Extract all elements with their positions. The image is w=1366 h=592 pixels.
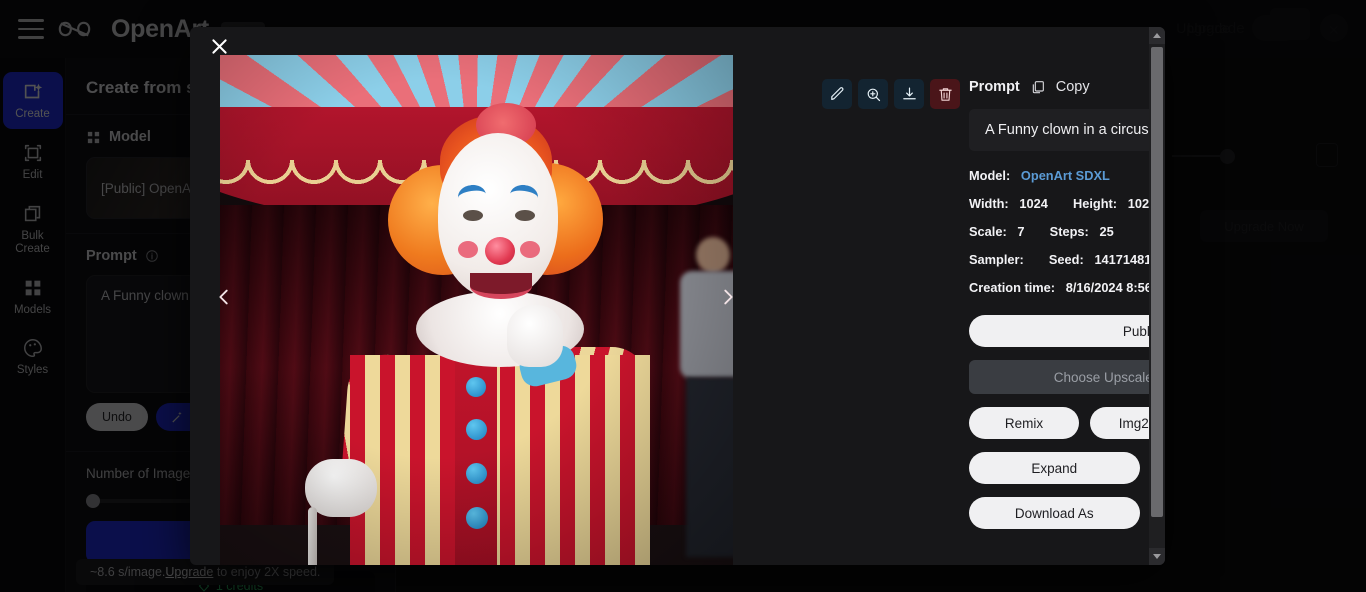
scale-value: 7	[1017, 224, 1025, 239]
creation-label: Creation time:	[969, 280, 1056, 295]
publish-button[interactable]: Publish	[969, 315, 1165, 347]
meta-sampler-seed: Sampler: Seed: 1417148117	[969, 252, 1165, 267]
upscale-mode-value[interactable]: Choose Upscale Mode	[969, 360, 1165, 394]
copy-icon[interactable]	[1030, 79, 1046, 95]
meta-scale-steps: Scale: 7 Steps: 25	[969, 224, 1165, 239]
trash-icon	[938, 87, 952, 101]
copy-button[interactable]: Copy	[1056, 79, 1090, 95]
chevron-down-icon	[1153, 554, 1161, 559]
chevron-left-icon	[219, 289, 228, 305]
chevron-up-icon	[1153, 33, 1161, 38]
edit-icon	[830, 86, 843, 100]
modal-scrollbar[interactable]	[1149, 27, 1165, 565]
meta-creation-time: Creation time: 8/16/2024 8:56:50 PM	[969, 280, 1165, 295]
generated-image	[220, 55, 733, 565]
width-label: Width:	[969, 196, 1009, 211]
action-row-primary: Remix Img2Img Edit	[969, 407, 1165, 439]
image-stage	[220, 55, 733, 565]
app-root: OpenArt BETA Upgrade Create	[0, 0, 1366, 592]
chevron-right-icon	[724, 289, 733, 305]
expand-button[interactable]: Expand	[969, 452, 1140, 484]
previous-image-button[interactable]	[208, 280, 240, 314]
prompt-heading: Prompt	[969, 79, 1020, 95]
scrollbar-thumb[interactable]	[1151, 47, 1163, 517]
steps-label: Steps:	[1049, 224, 1089, 239]
scroll-down-button[interactable]	[1149, 548, 1165, 565]
close-modal-button[interactable]	[206, 33, 232, 59]
download-as-button[interactable]: Download As	[969, 497, 1140, 529]
close-icon	[211, 38, 227, 54]
upscale-mode-select[interactable]: Choose Upscale Mode	[969, 360, 1165, 394]
image-detail-modal: Prompt Copy A Funny clown in a circus Mo…	[190, 27, 1165, 565]
action-row-tertiary: Download As Move To Albums	[969, 497, 1165, 529]
image-metadata: Model: OpenArt SDXL Width: 1024 Height: …	[969, 168, 1165, 295]
scroll-up-button[interactable]	[1149, 27, 1165, 44]
seed-label: Seed:	[1048, 252, 1084, 267]
meta-dimensions: Width: 1024 Height: 1024	[969, 196, 1165, 211]
image-info-panel: Prompt Copy A Funny clown in a circus Mo…	[969, 79, 1165, 529]
action-row-secondary: Expand Remove Background	[969, 452, 1165, 484]
download-icon	[902, 87, 916, 99]
next-image-button[interactable]	[712, 280, 744, 314]
width-value: 1024	[1019, 196, 1048, 211]
height-label: Height:	[1072, 196, 1118, 211]
image-toolbar	[822, 79, 960, 109]
sampler-label: Sampler:	[969, 252, 1024, 267]
steps-value: 25	[1099, 224, 1114, 239]
scale-label: Scale:	[969, 224, 1007, 239]
image-zoom-button[interactable]	[858, 79, 888, 109]
prompt-header: Prompt Copy	[969, 79, 1165, 95]
zoom-in-icon	[867, 88, 880, 101]
remix-button[interactable]: Remix	[969, 407, 1079, 439]
image-edit-button[interactable]	[822, 79, 852, 109]
prompt-text: A Funny clown in a circus	[969, 109, 1165, 151]
meta-model: Model: OpenArt SDXL	[969, 168, 1165, 183]
model-label: Model:	[969, 168, 1011, 183]
image-delete-button[interactable]	[930, 79, 960, 109]
image-download-button[interactable]	[894, 79, 924, 109]
model-value[interactable]: OpenArt SDXL	[1021, 168, 1110, 183]
